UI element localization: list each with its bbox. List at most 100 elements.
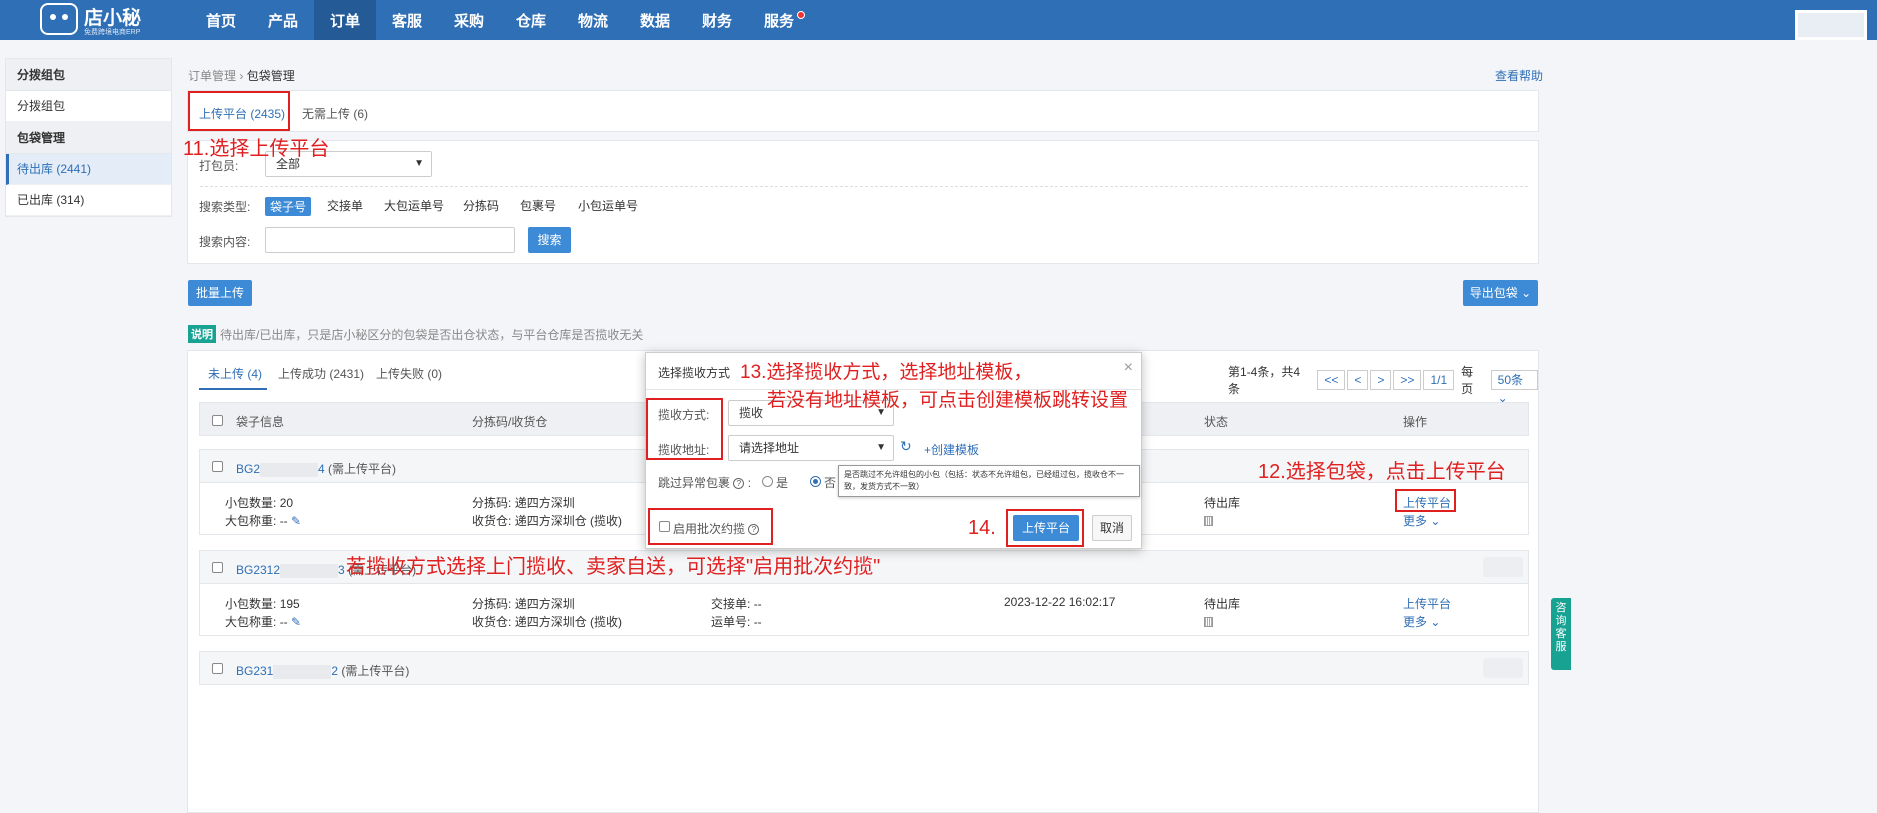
- pagination: 第1-4条，共4条 << < > >> 1/1 每页 50条 ⌄: [1228, 363, 1538, 405]
- pager-first-button[interactable]: <<: [1317, 370, 1346, 390]
- annotation-box-confirm: [1006, 509, 1084, 547]
- per-page-select[interactable]: 50条 ⌄: [1490, 370, 1538, 405]
- brand-logo[interactable]: 店小秘 免费跨境电商ERP: [40, 2, 160, 38]
- notice-tag: 说明: [188, 325, 216, 343]
- row-checkbox[interactable]: [212, 461, 223, 472]
- upload-tabs: 上传平台 (2435) 无需上传 (6): [187, 90, 1539, 132]
- nav-orders[interactable]: 订单: [314, 0, 376, 40]
- nav-finance[interactable]: 财务: [686, 0, 748, 40]
- batch-upload-button[interactable]: 批量上传: [188, 280, 252, 306]
- pager-last-button[interactable]: >>: [1393, 370, 1422, 390]
- created-time: 2023-12-22 16:02:17: [1004, 595, 1116, 609]
- select-all-checkbox[interactable]: [212, 415, 223, 426]
- search-type-small-waybill[interactable]: 小包运单号: [578, 197, 638, 214]
- search-type-big-waybill[interactable]: 大包运单号: [384, 197, 444, 214]
- col-actions: 操作: [1403, 415, 1428, 429]
- skip-tooltip: 是否跳过不允许组包的小包（包括：状态不允许组包，已经组过包，揽收仓不一致，发货方…: [838, 465, 1140, 497]
- bag-id[interactable]: BG2 4 (需上传平台): [236, 460, 396, 477]
- barcode-icon[interactable]: [1204, 617, 1213, 627]
- help-link[interactable]: 查看帮助: [1495, 67, 1543, 84]
- search-type-label: 搜索类型:: [199, 200, 251, 214]
- skip-exception: 跳过异常包裹 ? :: [658, 476, 752, 490]
- weight: 大包称重: -- ✎: [225, 514, 302, 528]
- warehouse: 收货仓: 递四方深圳仓 (揽收): [472, 514, 623, 528]
- skip-yes-label: 是: [776, 476, 789, 490]
- tab-not-uploaded[interactable]: 未上传 (4): [208, 365, 262, 382]
- user-avatar[interactable]: [1795, 10, 1867, 40]
- breadcrumb-parent[interactable]: 订单管理: [188, 69, 236, 83]
- nav-service[interactable]: 客服: [376, 0, 438, 40]
- handover: 交接单: --: [711, 597, 762, 611]
- annotation-step-13-line1: 13.选择揽收方式，选择地址模板，: [740, 362, 1033, 383]
- nav-warehouse[interactable]: 仓库: [500, 0, 562, 40]
- annotation-step-12: 12.选择包袋，点击上传平台: [1258, 461, 1506, 483]
- more-dropdown[interactable]: 更多 ⌄: [1403, 512, 1440, 529]
- pickup-address-value: 请选择地址: [739, 441, 800, 455]
- search-type-sort-code[interactable]: 分拣码: [463, 197, 499, 214]
- nav-purchase[interactable]: 采购: [438, 0, 500, 40]
- divider: [200, 186, 1528, 187]
- active-tab-underline: [199, 388, 267, 390]
- weight: 大包称重: -- ✎: [225, 615, 302, 629]
- refresh-icon[interactable]: ↻: [900, 438, 912, 455]
- search-input[interactable]: [265, 227, 515, 253]
- customer-service-tab[interactable]: 咨询客服: [1551, 598, 1571, 670]
- upload-platform-link[interactable]: 上传平台: [1403, 595, 1451, 612]
- breadcrumb-current: 包袋管理: [246, 69, 295, 83]
- tab-upload-success[interactable]: 上传成功 (2431): [278, 365, 364, 382]
- annotation-step-13-line2: 若没有地址模板，可点击创建模板跳转设置: [767, 390, 1129, 411]
- sort-code: 分拣码: 递四方深圳: [472, 496, 575, 510]
- sidebar-group-bags: 包袋管理: [6, 122, 171, 154]
- pager-page: 1/1: [1423, 370, 1455, 390]
- pager-prev-button[interactable]: <: [1347, 370, 1369, 390]
- pager-next-button[interactable]: >: [1370, 370, 1392, 390]
- chevron-down-icon: ▼: [414, 158, 424, 169]
- tab-upload-failed[interactable]: 上传失败 (0): [376, 365, 442, 382]
- main-nav: 首页 产品 订单 客服 采购 仓库 物流 数据 财务 服务: [190, 0, 810, 40]
- modal-title: 选择揽收方式: [658, 366, 731, 380]
- row-checkbox[interactable]: [212, 663, 223, 674]
- sidebar: 分拨组包 分拨组包 包袋管理 待出库 (2441) 已出库 (314): [5, 58, 172, 217]
- export-bags-button[interactable]: 导出包袋 ⌄: [1463, 280, 1538, 306]
- breadcrumb: 订单管理 › 包袋管理: [188, 67, 295, 84]
- col-bag-info: 袋子信息: [236, 415, 285, 429]
- nav-services[interactable]: 服务: [748, 0, 810, 40]
- edit-icon[interactable]: ✎: [291, 615, 301, 629]
- sidebar-item-pending[interactable]: 待出库 (2441): [6, 154, 171, 185]
- more-dropdown[interactable]: 更多 ⌄: [1403, 613, 1440, 630]
- barcode-icon[interactable]: [1204, 516, 1213, 526]
- sidebar-item-shipped[interactable]: 已出库 (314): [6, 185, 171, 216]
- search-type-package[interactable]: 包裹号: [520, 197, 556, 214]
- search-type-handover[interactable]: 交接单: [327, 197, 363, 214]
- pickup-address-select[interactable]: 请选择地址 ▼: [728, 435, 894, 461]
- nav-logistics[interactable]: 物流: [562, 0, 624, 40]
- create-template-link[interactable]: +创建模板: [924, 441, 979, 458]
- export-bags-label: 导出包袋: [1469, 286, 1518, 300]
- nav-data[interactable]: 数据: [624, 0, 686, 40]
- brand-name: 店小秘: [84, 8, 142, 29]
- tab-no-upload[interactable]: 无需上传 (6): [302, 105, 368, 122]
- robot-logo-icon: [40, 3, 78, 35]
- annotation-box-pickup: [646, 398, 723, 460]
- nav-products[interactable]: 产品: [252, 0, 314, 40]
- search-type-bag[interactable]: 袋子号: [265, 197, 312, 216]
- close-icon[interactable]: ×: [1124, 359, 1133, 377]
- row-checkbox[interactable]: [212, 562, 223, 573]
- search-button[interactable]: 搜索: [528, 227, 571, 253]
- breadcrumb-sep: ›: [239, 69, 244, 83]
- chevron-down-icon: ⌄: [1521, 286, 1532, 300]
- bag-id[interactable]: BG231 2 (需上传平台): [236, 662, 409, 679]
- filter-panel: 打包员: 全部 ▼ 搜索类型: 袋子号 交接单 大包运单号 分拣码 包裹号 小包…: [187, 140, 1539, 264]
- skip-yes-radio[interactable]: [762, 476, 773, 487]
- cancel-button[interactable]: 取消: [1092, 515, 1132, 541]
- chevron-down-icon: ▼: [876, 442, 886, 453]
- sidebar-item-distribution[interactable]: 分拨组包: [6, 91, 171, 122]
- skip-exception-label: 跳过异常包裹: [658, 476, 731, 490]
- per-page-label: 每页: [1461, 365, 1474, 396]
- edit-icon[interactable]: ✎: [291, 514, 301, 528]
- annotation-box-upload-tab: [188, 91, 290, 131]
- nav-home[interactable]: 首页: [190, 0, 252, 40]
- notification-dot: [797, 11, 805, 19]
- skip-no-radio[interactable]: [810, 476, 821, 487]
- help-icon[interactable]: ?: [733, 478, 745, 490]
